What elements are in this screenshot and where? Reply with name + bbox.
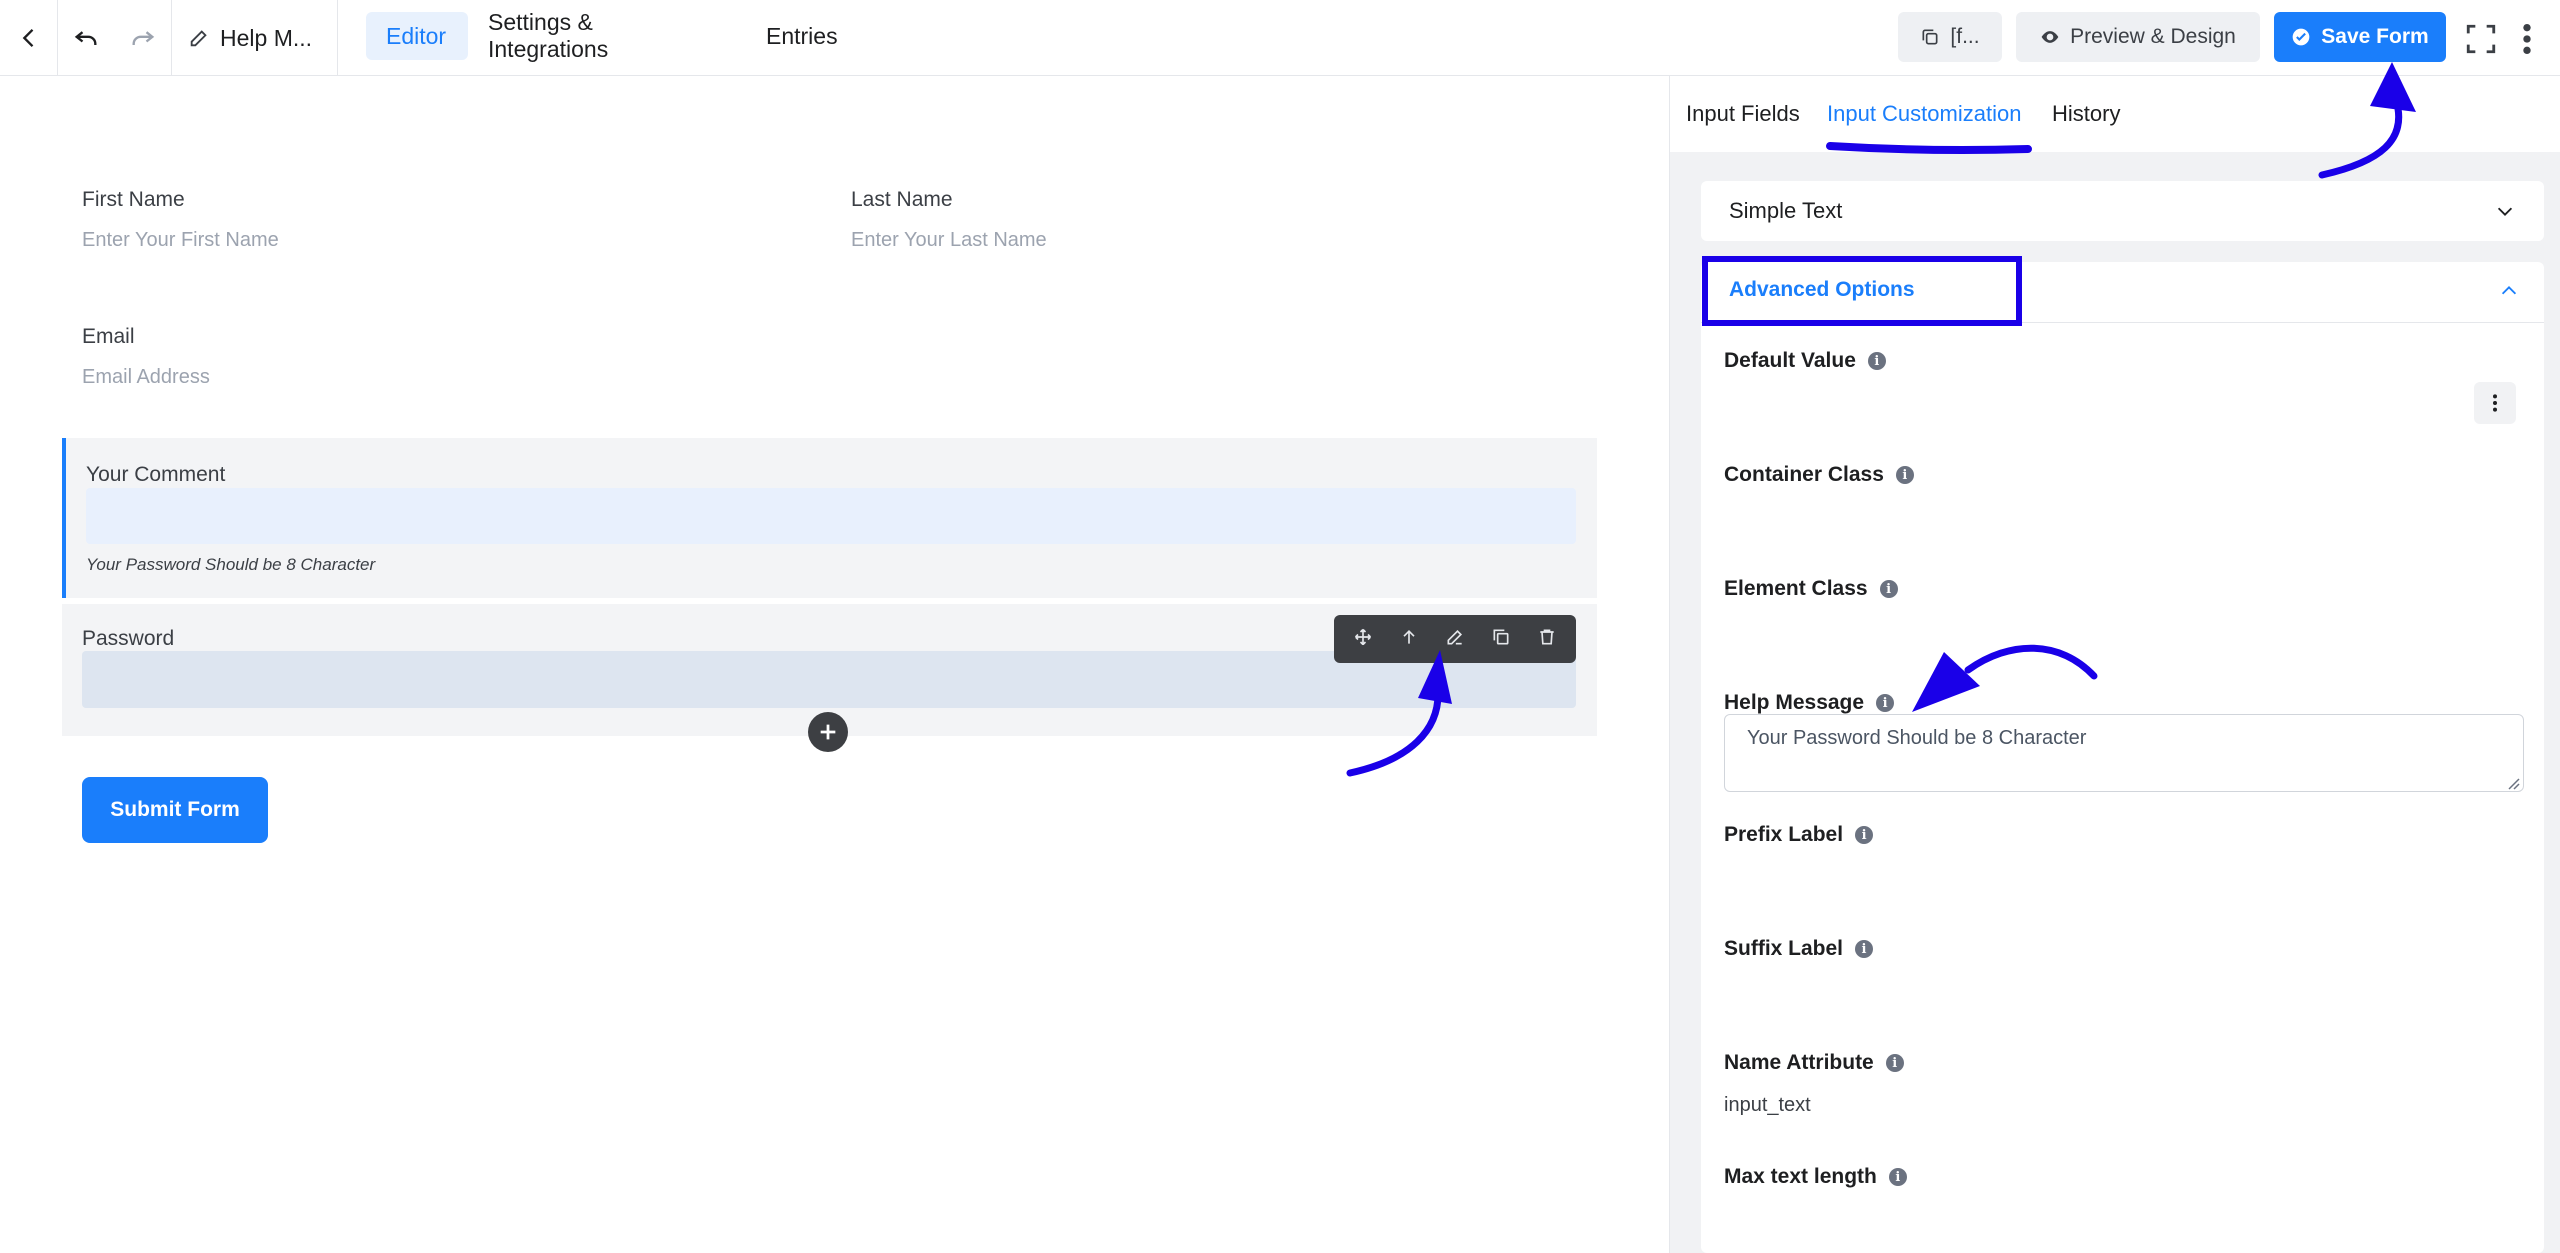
password-label: Password: [82, 627, 175, 650]
form-title-text: Help M...: [220, 24, 313, 51]
default-value-text: Default Value: [1724, 349, 1856, 372]
delete-icon[interactable]: [1537, 627, 1557, 652]
back-button[interactable]: [0, 0, 58, 76]
tab-history[interactable]: History: [2052, 76, 2120, 152]
suffix-label-text: Suffix Label: [1724, 937, 1844, 960]
edit-icon[interactable]: [1445, 627, 1465, 652]
copy-icon: [1922, 29, 1938, 45]
simple-text-title: Simple Text: [1729, 198, 1843, 223]
undo-button[interactable]: [58, 0, 114, 76]
info-icon: i: [1895, 466, 1914, 484]
help-message-text: Help Message: [1724, 691, 1865, 714]
last-name-label: Last Name: [851, 188, 953, 211]
edit-pencil-icon: [190, 30, 207, 47]
more-menu-button[interactable]: [2512, 18, 2542, 60]
move-up-icon[interactable]: [1399, 627, 1419, 652]
chevron-down-icon: [2497, 207, 2513, 216]
help-message-textarea[interactable]: Your Password Should be 8 Character: [1724, 714, 2524, 792]
info-icon: i: [1855, 826, 1874, 844]
suffix-label-label: Suffix Label i: [1724, 937, 1874, 961]
tab-input-fields[interactable]: Input Fields: [1686, 76, 1800, 152]
comment-label: Your Comment: [86, 463, 226, 486]
eye-icon: [2041, 31, 2059, 43]
tab-editor[interactable]: Editor: [366, 12, 468, 60]
name-attribute-input[interactable]: input_text: [1724, 1094, 1811, 1117]
shortcode-label: [f...: [1950, 25, 1980, 48]
name-attribute-label: Name Attribute i: [1724, 1051, 1904, 1075]
info-icon: i: [1876, 694, 1895, 712]
first-name-label: First Name: [82, 188, 185, 211]
prefix-label-text: Prefix Label: [1724, 823, 1844, 846]
name-attribute-text: Name Attribute: [1724, 1051, 1874, 1074]
tab-input-customization[interactable]: Input Customization: [1827, 76, 2021, 152]
move-icon[interactable]: [1353, 627, 1373, 652]
element-class-text: Element Class: [1724, 577, 1868, 600]
info-icon: i: [1885, 1054, 1904, 1072]
redo-icon: [132, 31, 154, 45]
email-label: Email: [82, 325, 135, 348]
tab-entries[interactable]: Entries: [746, 12, 856, 60]
tab-settings-integrations[interactable]: Settings & Integrations: [468, 9, 738, 62]
comment-help-text: Your Password Should be 8 Character: [86, 555, 376, 574]
default-value-label: Default Value i: [1724, 349, 1886, 373]
max-text-length-label: Max text length i: [1724, 1165, 1907, 1189]
chevron-up-icon: [2501, 286, 2517, 295]
container-class-label: Container Class i: [1724, 463, 1914, 487]
max-text-length-text: Max text length: [1724, 1165, 1877, 1188]
duplicate-icon[interactable]: [1491, 627, 1511, 652]
fullscreen-icon: [2466, 24, 2496, 54]
section-divider: [1701, 322, 2544, 323]
advanced-options-toggle[interactable]: [2498, 280, 2520, 307]
first-name-input[interactable]: Enter Your First Name: [82, 229, 279, 252]
info-icon: i: [1855, 940, 1874, 958]
email-input[interactable]: Email Address: [82, 366, 210, 389]
field-action-toolbar: [1334, 615, 1576, 663]
info-icon: i: [1879, 580, 1898, 598]
element-class-label: Element Class i: [1724, 577, 1898, 601]
chevron-left-icon: [22, 29, 33, 47]
add-field-button[interactable]: [808, 712, 848, 752]
preview-design-label: Preview & Design: [2070, 25, 2236, 48]
fullscreen-button[interactable]: [2460, 18, 2502, 60]
comment-input[interactable]: [86, 488, 1576, 544]
selected-field-indicator: [62, 438, 66, 598]
info-icon: i: [1888, 1168, 1907, 1186]
redo-button[interactable]: [114, 0, 172, 76]
undo-icon: [74, 31, 97, 45]
advanced-options-title[interactable]: Advanced Options: [1729, 278, 1915, 302]
prefix-label-label: Prefix Label i: [1724, 823, 1874, 847]
kebab-menu-icon: [2523, 23, 2531, 55]
form-title[interactable]: Help M...: [172, 0, 338, 76]
simple-text-section[interactable]: Simple Text: [1701, 181, 2544, 241]
submit-form-button[interactable]: Submit Form: [82, 777, 268, 843]
kebab-menu-icon: [2493, 394, 2497, 412]
check-circle-icon: [2292, 28, 2310, 46]
info-icon: i: [1867, 352, 1886, 370]
preview-design-button[interactable]: Preview & Design: [2016, 12, 2260, 62]
help-message-label: Help Message i: [1724, 691, 1895, 715]
default-value-options-button[interactable]: [2474, 382, 2516, 424]
save-form-button[interactable]: Save Form: [2274, 12, 2446, 62]
container-class-text: Container Class: [1724, 463, 1884, 486]
resize-handle-icon[interactable]: [2506, 776, 2520, 795]
plus-icon: [820, 724, 836, 740]
last-name-input[interactable]: Enter Your Last Name: [851, 229, 1047, 252]
save-form-label: Save Form: [2321, 25, 2429, 48]
shortcode-button[interactable]: [f...: [1898, 12, 2002, 62]
